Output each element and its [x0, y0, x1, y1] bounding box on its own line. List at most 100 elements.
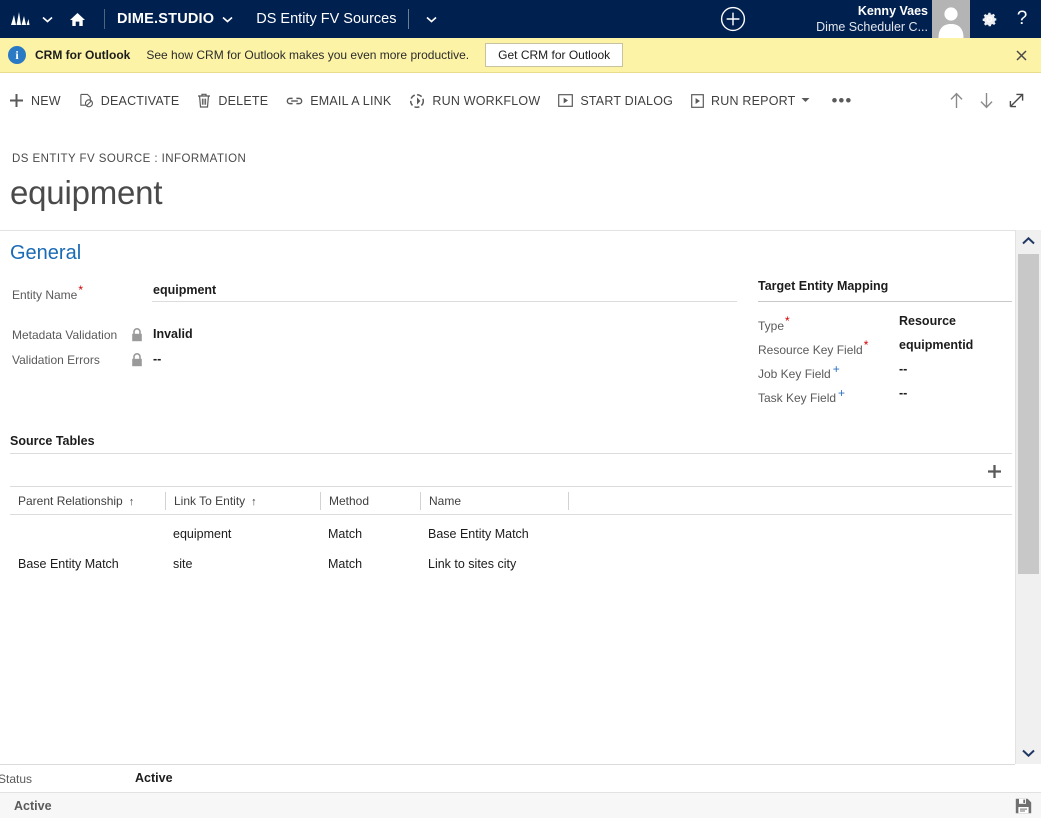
field-value-type[interactable]: Resource [899, 314, 956, 328]
app-name[interactable]: DIME.STUDIO [115, 11, 214, 27]
field-label-task-key-field: Task Key Field+ [758, 386, 845, 405]
column-header-name[interactable]: Name [420, 492, 568, 510]
logo-chevron-down-icon[interactable] [34, 0, 60, 38]
field-value-resource-key-field[interactable]: equipmentid [899, 338, 973, 352]
new-button[interactable]: NEW [0, 73, 70, 128]
cell-method: Match [320, 557, 420, 571]
field-underline-entity-name [152, 301, 737, 302]
panel-divider [758, 301, 1012, 302]
field-value-validation-errors: -- [153, 352, 161, 366]
user-org: Dime Scheduler C... [800, 19, 928, 35]
required-asterisk: * [784, 314, 790, 328]
app-chevron-down-icon[interactable] [214, 0, 240, 38]
form-scrollbar[interactable] [1015, 230, 1041, 764]
recommended-plus: + [831, 362, 840, 376]
field-label-job-key-field: Job Key Field+ [758, 362, 840, 381]
get-crm-for-outlook-button[interactable]: Get CRM for Outlook [485, 43, 623, 67]
arrow-down-icon[interactable] [971, 73, 1001, 128]
delete-button-label: DELETE [218, 94, 268, 108]
footer-record-state: Active [14, 799, 52, 813]
notification-title: CRM for Outlook [35, 48, 130, 62]
entity-chevron-down-icon[interactable] [418, 0, 444, 38]
save-disk-icon[interactable] [1015, 798, 1033, 814]
email-a-link-button[interactable]: EMAIL A LINK [277, 73, 400, 128]
record-navigation [941, 73, 1031, 128]
user-avatar-icon[interactable] [932, 0, 970, 38]
deactivate-icon [79, 93, 94, 108]
cell-parent-relationship: Base Entity Match [10, 557, 165, 571]
home-icon[interactable] [60, 0, 94, 38]
start-dialog-button-label: START DIALOG [580, 94, 673, 108]
cell-method: Match [320, 527, 420, 541]
new-button-label: NEW [31, 94, 61, 108]
gear-icon[interactable] [975, 0, 1003, 38]
delete-button[interactable]: DELETE [188, 73, 277, 128]
run-workflow-button[interactable]: RUN WORKFLOW [400, 73, 549, 128]
field-label-entity-name: Entity Name* [12, 283, 83, 302]
arrow-up-icon[interactable] [941, 73, 971, 128]
notification-message: See how CRM for Outlook makes you even m… [146, 48, 469, 62]
required-asterisk: * [77, 283, 83, 297]
table-row[interactable]: equipment Match Base Entity Match [10, 519, 1012, 549]
email-a-link-button-label: EMAIL A LINK [310, 94, 391, 108]
scrollbar-chevron-down-icon[interactable] [1016, 742, 1041, 764]
cell-link-to-entity: equipment [165, 527, 320, 541]
start-dialog-button[interactable]: START DIALOG [549, 73, 682, 128]
field-value-job-key-field[interactable]: -- [899, 362, 907, 376]
scrollbar-thumb[interactable] [1018, 254, 1039, 574]
run-report-button[interactable]: RUN REPORT [682, 73, 819, 128]
workflow-icon [409, 93, 425, 109]
user-info[interactable]: Kenny Vaes Dime Scheduler C... [800, 3, 928, 35]
status-row: Status Active [0, 764, 1015, 792]
entity-name[interactable]: DS Entity FV Sources [240, 11, 396, 27]
dynamics-logo-icon[interactable] [0, 0, 34, 38]
column-header-link-to-entity[interactable]: Link To Entity↑ [165, 492, 320, 510]
link-icon [286, 95, 303, 107]
more-commands-button[interactable]: ••• [819, 73, 864, 128]
section-title-general: General [10, 242, 81, 265]
arrow-up-icon: ↑ [245, 496, 257, 508]
status-value: Active [135, 771, 173, 785]
run-workflow-button-label: RUN WORKFLOW [432, 94, 540, 108]
panel-title-target-entity-mapping: Target Entity Mapping [758, 279, 888, 293]
subgrid-title: Source Tables [10, 434, 95, 448]
footer-bar: Active [0, 792, 1041, 818]
run-report-chevron-down-icon [801, 96, 810, 105]
field-value-entity-name[interactable]: equipment [153, 283, 216, 297]
run-report-button-label: RUN REPORT [711, 94, 795, 108]
close-icon[interactable] [1011, 45, 1031, 65]
command-bar: NEW DEACTIVATE DELETE [0, 73, 1041, 128]
column-header-method[interactable]: Method [320, 492, 420, 510]
report-icon [691, 94, 704, 108]
lock-icon [131, 353, 143, 372]
field-label-validation-errors: Validation Errors [12, 353, 100, 367]
field-label-type: Type* [758, 314, 790, 333]
subgrid-toolbar [10, 454, 1012, 487]
help-icon[interactable]: ? [1008, 0, 1036, 38]
quick-create-plus-circle-icon[interactable] [718, 4, 748, 34]
column-header-spacer [568, 492, 1008, 510]
cell-name: Base Entity Match [420, 527, 568, 541]
page-title: equipment [10, 165, 1041, 215]
add-source-table-button[interactable] [982, 459, 1006, 483]
breadcrumb: DS ENTITY FV SOURCE : INFORMATION [12, 128, 1041, 165]
trash-icon [197, 93, 211, 108]
arrow-up-icon: ↑ [123, 496, 135, 508]
nav-divider [104, 9, 105, 29]
deactivate-button-label: DEACTIVATE [101, 94, 180, 108]
entity-divider [408, 9, 409, 29]
table-row[interactable]: Base Entity Match site Match Link to sit… [10, 549, 1012, 579]
column-header-parent-relationship[interactable]: Parent Relationship↑ [10, 492, 165, 510]
deactivate-button[interactable]: DEACTIVATE [70, 73, 189, 128]
form-body: General Entity Name* equipment Metadata … [0, 230, 1015, 764]
cell-link-to-entity: site [165, 557, 320, 571]
pop-out-icon[interactable] [1001, 73, 1031, 128]
user-name: Kenny Vaes [800, 3, 928, 19]
status-label: Status [0, 772, 32, 786]
subgrid-header-row: Parent Relationship↑ Link To Entity↑ Met… [10, 487, 1012, 515]
required-asterisk: * [863, 338, 869, 352]
record-header: DS ENTITY FV SOURCE : INFORMATION equipm… [0, 128, 1041, 215]
scrollbar-chevron-up-icon[interactable] [1016, 230, 1041, 252]
field-value-task-key-field[interactable]: -- [899, 386, 907, 400]
field-value-metadata-validation: Invalid [153, 327, 193, 341]
